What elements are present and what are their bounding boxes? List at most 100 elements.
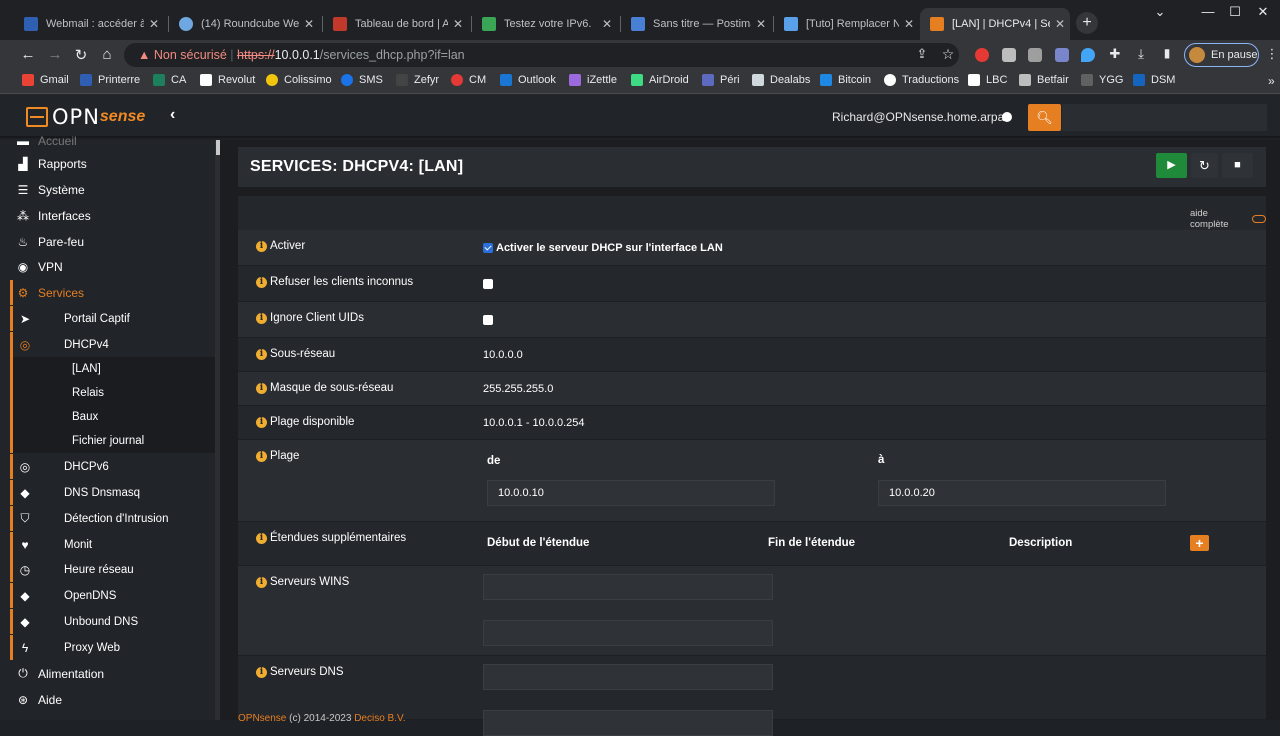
new-tab-button[interactable]: +	[1076, 12, 1098, 34]
sidebar-item-lan[interactable]: [LAN]	[10, 357, 215, 381]
sidebar-item-aide[interactable]: ⊛ Aide	[0, 687, 215, 712]
opnsense-logo[interactable]: OPN sense	[26, 105, 145, 129]
star-icon[interactable]: ☆	[938, 46, 958, 63]
browser-tab[interactable]: Sans titre — Postima ✕	[621, 8, 771, 40]
deny-unknown-checkbox[interactable]	[483, 279, 493, 289]
browser-tab[interactable]: [Tuto] Remplacer NBC ✕	[774, 8, 919, 40]
restart-service-button[interactable]: ↻	[1191, 153, 1218, 178]
chevron-left-icon[interactable]: ‹	[170, 106, 175, 124]
close-icon[interactable]: ✕	[1050, 17, 1070, 31]
info-icon[interactable]: i	[256, 348, 267, 360]
sidebar-item-dhcpv6[interactable]: DHCPv6 ◎	[10, 454, 215, 479]
bookmark[interactable]: Traductions	[884, 74, 959, 86]
sidebar-item-rapports[interactable]: ▟ Rapports	[0, 151, 215, 176]
add-range-button[interactable]: +	[1190, 535, 1209, 551]
home-icon[interactable]: ⌂	[97, 46, 117, 63]
bookmark[interactable]: Printerre	[80, 74, 140, 86]
enable-checkbox[interactable]	[483, 243, 493, 253]
dns-server-2-input[interactable]	[483, 710, 773, 736]
bookmark[interactable]: iZettle	[569, 74, 617, 86]
sidebar-item-accueil[interactable]: ▬ Accueil	[0, 128, 215, 153]
status-dot-icon[interactable]	[1002, 112, 1012, 122]
wins-server-1-input[interactable]	[483, 574, 773, 600]
share-icon[interactable]: ⇪	[912, 46, 932, 62]
range-to-input[interactable]: 10.0.0.20	[878, 480, 1166, 506]
enable-checkbox-field[interactable]: Activer le serveur DHCP sur l'interface …	[483, 242, 723, 254]
bookmark[interactable]: Colissimo	[266, 74, 332, 86]
deny-unknown-checkbox-field[interactable]	[483, 279, 496, 289]
sidebar-item-portail-captif[interactable]: Portail Captif ➤	[10, 306, 215, 331]
sidebar-item-dhcpv4[interactable]: DHCPv4 ◎	[10, 332, 215, 357]
browser-tab[interactable]: Webmail : accéder à v ✕	[14, 8, 164, 40]
info-icon[interactable]: i	[256, 450, 267, 462]
browser-tab-active[interactable]: [LAN] | DHCPv4 | Serv ✕	[920, 8, 1070, 40]
bookmark[interactable]: SMS	[341, 74, 383, 86]
bookmark[interactable]: YGG	[1081, 74, 1123, 86]
bookmark[interactable]: Dealabs	[752, 74, 810, 86]
extension-icon[interactable]	[1028, 48, 1042, 62]
ignore-uids-checkbox[interactable]	[483, 315, 493, 325]
info-icon[interactable]: i	[256, 382, 267, 394]
browser-tab[interactable]: Tableau de bord | Acc ✕	[323, 8, 468, 40]
sidebar-item-services[interactable]: ⚙ Services	[10, 280, 215, 305]
info-icon[interactable]: i	[256, 576, 267, 588]
bookmark[interactable]: CM	[451, 74, 486, 86]
bookmark[interactable]: Zefyr	[396, 74, 439, 86]
tab-search-icon[interactable]: ⌄	[1140, 4, 1180, 20]
close-icon[interactable]: ✕	[448, 17, 468, 31]
sidebar-item-opendns[interactable]: OpenDNS ◆	[10, 583, 215, 608]
bookmark[interactable]: AirDroid	[631, 74, 689, 86]
ignore-uids-checkbox-field[interactable]	[483, 315, 496, 325]
range-from-input[interactable]: 10.0.0.10	[487, 480, 775, 506]
address-bar[interactable]: ▲ Non sécurisé | https://10.0.0.1/servic…	[124, 43, 959, 67]
sidebar-item-alimentation[interactable]: ⏻ Alimentation	[0, 661, 215, 686]
sidebar-item-vpn[interactable]: ◉ VPN	[0, 254, 215, 279]
reload-icon[interactable]: ↻	[71, 46, 91, 64]
bookmark[interactable]: CA	[153, 74, 186, 86]
info-icon[interactable]: i	[256, 532, 267, 544]
info-icon[interactable]: i	[256, 416, 267, 428]
download-icon[interactable]: ⤓	[1131, 46, 1151, 62]
sidebar-item-proxy-web[interactable]: Proxy Web ϟ	[10, 635, 215, 660]
close-icon[interactable]: ✕	[299, 17, 319, 31]
close-icon[interactable]: ✕	[899, 17, 919, 31]
sidebar-item-dns-dnsmasq[interactable]: DNS Dnsmasq ◆	[10, 480, 215, 505]
info-icon[interactable]: i	[256, 666, 267, 678]
profile-button[interactable]: En pause	[1184, 43, 1259, 67]
sidebar-item-monit[interactable]: Monit ♥	[10, 532, 215, 557]
full-help-toggle[interactable]: aide complète	[1190, 208, 1266, 230]
sidebar-item-unbound-dns[interactable]: Unbound DNS ◆	[10, 609, 215, 634]
user-name[interactable]: Richard@OPNsense.home.arpa	[832, 110, 1004, 124]
stop-service-button[interactable]: ■	[1222, 153, 1253, 178]
bookmark[interactable]: Betfair	[1019, 74, 1069, 86]
bookmark[interactable]: Outlook	[500, 74, 556, 86]
search-button[interactable]: 🔍︎	[1028, 104, 1061, 131]
sidebar-item-pare-feu[interactable]: ♨ Pare-feu	[0, 229, 215, 254]
sidepanel-icon[interactable]: ▮	[1157, 46, 1177, 60]
sidebar-item-systeme[interactable]: ☰ Système	[0, 177, 215, 202]
extension-icon[interactable]	[1081, 48, 1095, 62]
sidebar-item-heure-reseau[interactable]: Heure réseau ◷	[10, 557, 215, 582]
extension-icon[interactable]	[1002, 48, 1016, 62]
extension-icon[interactable]	[975, 48, 989, 62]
close-icon[interactable]: ✕	[597, 17, 617, 31]
browser-tab[interactable]: Testez votre IPv6. ✕	[472, 8, 617, 40]
forward-arrow-icon[interactable]: →	[45, 46, 65, 63]
bookmark[interactable]: Revolut	[200, 74, 255, 86]
footer-brand-link[interactable]: OPNsense	[238, 713, 286, 724]
window-close-icon[interactable]: ✕	[1243, 4, 1280, 20]
bookmark[interactable]: Bitcoin	[820, 74, 871, 86]
extension-icon[interactable]	[1055, 48, 1069, 62]
sidebar-item-relais[interactable]: Relais	[10, 381, 215, 405]
bookmark[interactable]: LBC	[968, 74, 1007, 86]
menu-icon[interactable]: ⋮	[1262, 46, 1280, 62]
close-icon[interactable]: ✕	[751, 17, 771, 31]
search-input[interactable]	[1062, 104, 1267, 131]
sidebar-item-baux[interactable]: Baux	[10, 405, 215, 429]
more-bookmarks-icon[interactable]: »	[1268, 74, 1275, 88]
dns-server-1-input[interactable]	[483, 664, 773, 690]
browser-tab[interactable]: (14) Roundcube Webm ✕	[169, 8, 319, 40]
bookmark[interactable]: Péri	[702, 74, 740, 86]
sidebar-item-fichier-journal[interactable]: Fichier journal	[10, 429, 215, 453]
start-service-button[interactable]: ▶	[1156, 153, 1187, 178]
